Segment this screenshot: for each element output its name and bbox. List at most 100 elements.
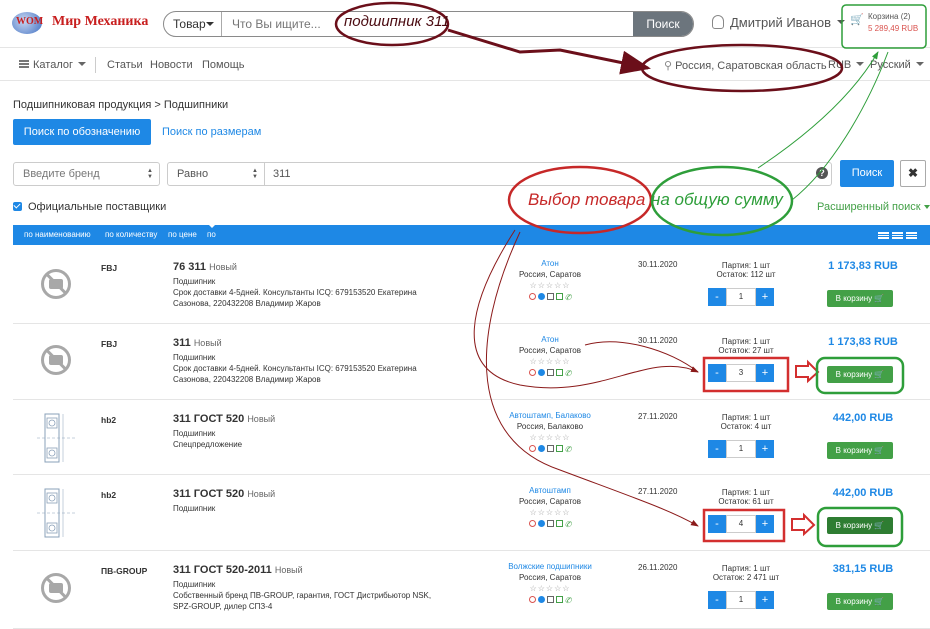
circle-outline-icon [528, 596, 536, 603]
condition-select[interactable]: Равно ▲ ▼ [167, 162, 265, 186]
quantity-input[interactable]: 1 [726, 591, 756, 609]
decrement-button[interactable]: - [708, 440, 726, 458]
search-category-select[interactable]: Товар [164, 12, 222, 36]
supplier-link[interactable]: Автоштамп, Балаково [485, 410, 615, 421]
user-menu[interactable]: Дмитрий Иванов [712, 15, 845, 30]
table-view-icon[interactable] [906, 232, 917, 239]
site-logo[interactable]: WOM Мир Механика [12, 10, 152, 38]
official-suppliers-checkbox[interactable]: Официальные поставщики [13, 201, 166, 213]
search-button[interactable]: Поиск [633, 12, 693, 36]
product-date: 26.11.2020 [638, 563, 678, 572]
user-name: Дмитрий Иванов [730, 15, 831, 30]
new-badge: Новый [274, 565, 303, 575]
supplier-icons: ✆ [485, 368, 615, 378]
no-photo-icon [41, 345, 71, 375]
currency-selector[interactable]: RUB [828, 59, 865, 71]
quantity-input[interactable]: 3 [726, 364, 756, 382]
supplier-icons: ✆ [485, 519, 615, 529]
quantity-input[interactable]: 4 [726, 515, 756, 533]
advanced-search-link[interactable]: Расширенный поиск [817, 201, 930, 213]
sort-by-qty[interactable]: по количеству [105, 225, 157, 245]
batch-text: Партия: 1 шт [721, 564, 771, 573]
catalog-menu[interactable]: Каталог [19, 59, 86, 71]
supplier-link[interactable]: Атон [485, 258, 615, 269]
product-row: FBJ 311 Новый Подшипник Срок доставки 4-5дн… [13, 324, 930, 400]
add-to-cart-button[interactable]: В корзину 🛒 [827, 290, 893, 307]
chevron-down-icon [923, 205, 930, 212]
view-toggle[interactable] [878, 232, 918, 240]
circle-filled-icon [537, 596, 545, 603]
product-row: hb2 311 ГОСТ 520 Новый Подшипник Автоштамп Р… [13, 475, 930, 551]
sort-by-price[interactable]: по цене [168, 225, 197, 245]
grid-view-icon[interactable] [878, 232, 889, 239]
rating-stars[interactable]: ☆☆☆☆☆ [485, 583, 615, 594]
nav-item-help[interactable]: Помощь [202, 59, 245, 71]
rating-stars[interactable]: ☆☆☆☆☆ [485, 432, 615, 443]
increment-button[interactable]: + [756, 364, 774, 382]
stock-info: Партия: 1 шт Остаток: 4 шт [691, 413, 801, 431]
stock-info: Партия: 1 шт Остаток: 61 шт [691, 488, 801, 506]
supplier-location: Россия, Саратов [519, 270, 581, 279]
decrement-button[interactable]: - [708, 591, 726, 609]
add-to-cart-button[interactable]: В корзину 🛒 [827, 442, 893, 459]
supplier-cell: Атон Россия, Саратов ☆☆☆☆☆ ✆ [485, 334, 615, 378]
batch-text: Партия: 1 шт [721, 337, 771, 346]
sort-by-name[interactable]: по наименованию [24, 225, 91, 245]
increment-button[interactable]: + [756, 591, 774, 609]
filter-search-button[interactable]: Поиск [840, 160, 894, 187]
search-note: подшипник 311 [344, 13, 450, 30]
checkbox-icon [13, 202, 22, 211]
product-price: 442,00 RUB [832, 412, 894, 424]
product-name[interactable]: 76 311 Новый [173, 261, 237, 273]
list-view-icon[interactable] [892, 232, 903, 239]
product-price: 1 173,83 RUB [828, 260, 898, 272]
cart-widget[interactable]: 🛒 Корзина (2) 5 289,49 RUB [850, 10, 922, 42]
tab-search-by-size[interactable]: Поиск по размерам [162, 126, 261, 138]
increment-button[interactable]: + [756, 515, 774, 533]
batch-text: Партия: 1 шт [721, 413, 771, 422]
nav-item-articles[interactable]: Статьи [107, 59, 143, 71]
chevron-down-icon [78, 62, 86, 70]
decrement-button[interactable]: - [708, 364, 726, 382]
quantity-input[interactable]: 1 [726, 440, 756, 458]
rating-stars[interactable]: ☆☆☆☆☆ [485, 280, 615, 291]
increment-button[interactable]: + [756, 440, 774, 458]
product-name[interactable]: 311 ГОСТ 520-2011 Новый [173, 564, 303, 576]
product-name[interactable]: 311 Новый [173, 337, 222, 349]
phone-icon: ✆ [564, 596, 572, 605]
supplier-cell: Атон Россия, Саратов ☆☆☆☆☆ ✆ [485, 258, 615, 302]
rating-stars[interactable]: ☆☆☆☆☆ [485, 356, 615, 367]
no-photo-icon [41, 269, 71, 299]
decrement-button[interactable]: - [708, 515, 726, 533]
decrement-button[interactable]: - [708, 288, 726, 306]
query-input[interactable]: 311 [264, 162, 832, 186]
region-selector[interactable]: ⚲ Россия, Саратовская область [664, 59, 827, 72]
supplier-link[interactable]: Автоштамп [485, 485, 615, 496]
add-to-cart-button[interactable]: В корзину 🛒 [827, 593, 893, 610]
stock-text: Остаток: 2 471 шт [712, 573, 780, 582]
product-name[interactable]: 311 ГОСТ 520 Новый [173, 413, 275, 425]
quantity-input[interactable]: 1 [726, 288, 756, 306]
clear-button[interactable]: ✖ [900, 160, 926, 187]
brand-select[interactable]: Введите бренд ▲ ▼ [13, 162, 160, 186]
no-photo-icon [41, 573, 71, 603]
logo-text: Мир Механика [52, 14, 149, 29]
supplier-link[interactable]: Волжские подшипники [485, 561, 615, 572]
stock-text: Остаток: 27 шт [718, 346, 774, 355]
product-brand: FBJ [101, 263, 118, 273]
language-selector[interactable]: Русский [870, 59, 924, 71]
rating-stars[interactable]: ☆☆☆☆☆ [485, 507, 615, 518]
product-name[interactable]: 311 ГОСТ 520 Новый [173, 488, 275, 500]
help-icon[interactable]: ? [816, 167, 828, 179]
tab-search-by-designation[interactable]: Поиск по обозначению [13, 119, 151, 145]
nav-item-news[interactable]: Новости [150, 59, 193, 71]
supplier-link[interactable]: Атон [485, 334, 615, 345]
add-to-cart-button[interactable]: В корзину 🛒 [827, 517, 893, 534]
chevron-down-icon [915, 62, 924, 70]
check-icon [555, 520, 563, 527]
check-icon [555, 596, 563, 603]
increment-button[interactable]: + [756, 288, 774, 306]
phone-icon: ✆ [564, 520, 572, 529]
add-to-cart-button[interactable]: В корзину 🛒 [827, 366, 893, 383]
product-brand: hb2 [101, 490, 117, 500]
